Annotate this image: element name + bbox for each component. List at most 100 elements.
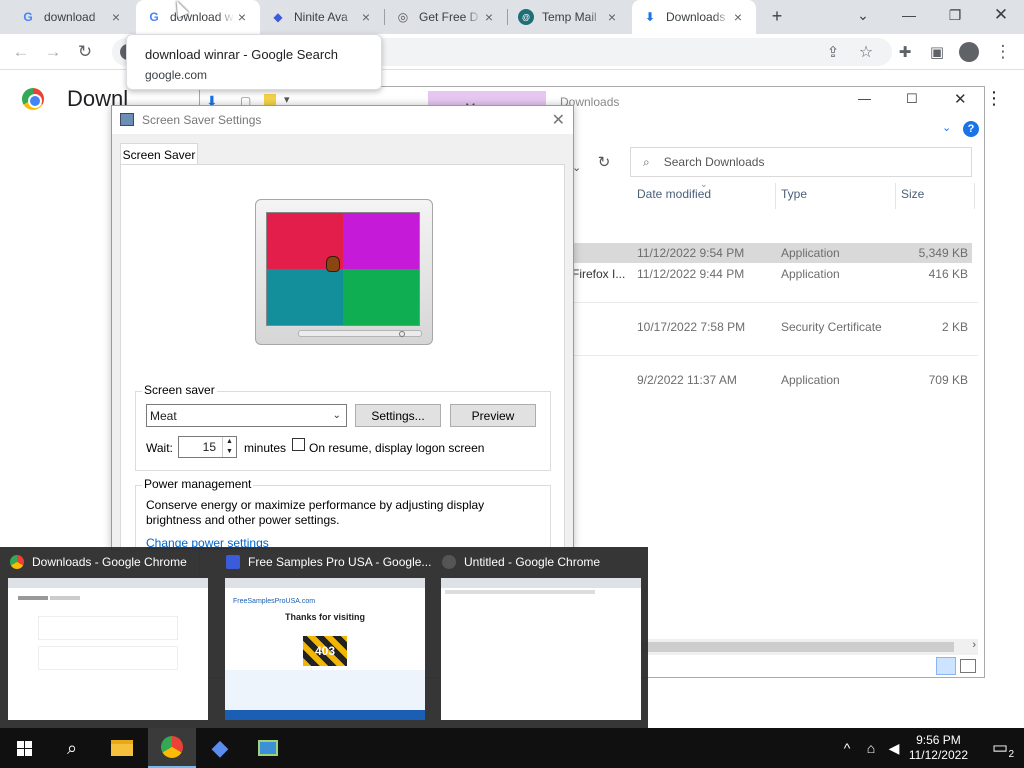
resume-logon-checkbox[interactable] xyxy=(292,438,305,451)
chrome-taskbar-icon[interactable] xyxy=(148,728,196,768)
tab-get-free[interactable]: ◎ Get Free D × xyxy=(385,0,507,34)
column-separator[interactable] xyxy=(895,183,896,209)
file-explorer-taskbar-icon[interactable] xyxy=(98,728,146,768)
tab-ninite[interactable]: ◆ Ninite Ava × xyxy=(260,0,384,34)
side-panel-icon[interactable]: ▣ xyxy=(922,34,952,70)
forward-icon[interactable]: → xyxy=(38,34,68,70)
bookmark-star-icon[interactable]: ☆ xyxy=(851,34,881,70)
close-window-icon[interactable]: ✕ xyxy=(978,0,1024,30)
thumbnail-title[interactable]: Free Samples Pro USA - Google... xyxy=(226,555,431,569)
reload-icon[interactable]: ↻ xyxy=(70,34,100,70)
thumb-card xyxy=(38,646,178,670)
tab-downloads[interactable]: ⬇ Downloads × xyxy=(632,0,756,34)
thumb-site-name: FreeSamplesProUSA.com xyxy=(233,598,316,605)
close-icon[interactable]: × xyxy=(108,9,124,25)
folder-icon xyxy=(111,740,133,756)
close-window-icon[interactable]: ✕ xyxy=(954,90,967,108)
table-row[interactable]: 11/12/2022 9:54 PM Application 5,349 KB xyxy=(574,243,972,263)
screen-saver-app-icon xyxy=(120,113,134,126)
maximize-icon[interactable]: ☐ xyxy=(906,91,918,107)
screen-saver-select[interactable]: Meat ⌄ xyxy=(146,404,347,427)
taskbar-thumbnail-popup: Downloads - Google Chrome Free Samples P… xyxy=(0,547,648,728)
column-date-modified[interactable]: Date modified xyxy=(637,187,711,209)
new-tab-button[interactable]: + xyxy=(766,5,788,27)
close-icon[interactable]: ✕ xyxy=(552,110,565,130)
help-icon[interactable]: ? xyxy=(963,121,979,137)
column-type[interactable]: Type xyxy=(781,187,807,209)
ribbon-expand-icon[interactable]: ⌄ xyxy=(942,121,951,134)
clock[interactable]: 9:56 PM 11/12/2022 xyxy=(909,733,968,763)
thumbnail-downloads[interactable] xyxy=(8,578,208,720)
extensions-icon[interactable]: ✚ xyxy=(890,34,920,70)
ninite-taskbar-icon[interactable]: ◆ xyxy=(196,728,244,768)
thumbnail-title[interactable]: Untitled - Google Chrome xyxy=(442,555,600,569)
screen-saver-group xyxy=(135,391,551,471)
column-separator[interactable] xyxy=(775,183,776,209)
tempmail-icon: @ xyxy=(518,9,534,25)
share-icon[interactable]: ⇪ xyxy=(818,34,848,70)
tab-temp-mail[interactable]: @ Temp Mail × xyxy=(508,0,630,34)
column-separator[interactable] xyxy=(974,183,975,209)
ninite-icon: ◆ xyxy=(273,10,283,24)
thumbnail-untitled[interactable] xyxy=(441,578,641,720)
volume-icon[interactable]: ◀ xyxy=(883,728,905,768)
minimize-icon[interactable]: — xyxy=(886,0,932,30)
scroll-right-icon[interactable]: › xyxy=(972,639,976,651)
close-icon[interactable]: × xyxy=(730,9,746,25)
screen-saver-tab-panel: Screen saver Meat ⌄ Settings... Preview … xyxy=(120,164,565,551)
google-g-icon: G xyxy=(23,10,33,24)
close-icon[interactable]: × xyxy=(358,9,374,25)
thumbnail-free-samples[interactable]: FreeSamplesProUSA.com Thanks for visitin… xyxy=(225,578,425,720)
network-icon[interactable]: ⌂ xyxy=(860,728,882,768)
chrome-icon xyxy=(161,736,183,758)
thumb-tabbar xyxy=(441,578,641,588)
dialog-titlebar: Screen Saver Settings ✕ xyxy=(112,106,573,134)
spin-down-icon[interactable]: ▼ xyxy=(222,447,236,457)
settings-button[interactable]: Settings... xyxy=(355,404,441,427)
dialog-title: Screen Saver Settings xyxy=(142,113,262,127)
profile-icon[interactable] xyxy=(954,34,984,70)
tab-google-search-2[interactable]: G download w × xyxy=(136,0,260,34)
large-icons-view-icon[interactable] xyxy=(960,659,976,673)
freesamples-icon xyxy=(226,555,240,569)
search-icon[interactable]: ⌕ xyxy=(48,728,96,768)
thumb-search xyxy=(50,596,80,600)
tab-screen-saver[interactable]: Screen Saver xyxy=(120,143,198,165)
thumb-403-barrier: 403 xyxy=(303,636,347,666)
wait-minutes-stepper[interactable]: 15 ▲ ▼ xyxy=(178,436,237,458)
chevron-down-icon: ⌄ xyxy=(332,410,341,421)
restore-icon[interactable]: ❐ xyxy=(932,0,978,30)
chrome-logo-icon xyxy=(22,88,44,110)
screen-preview xyxy=(266,212,420,326)
search-downloads-input[interactable]: ⌕ Search Downloads xyxy=(630,147,972,177)
menu-icon[interactable]: ⋮ xyxy=(988,34,1018,70)
spin-up-icon[interactable]: ▲ xyxy=(222,437,236,447)
thumbnail-title[interactable]: Downloads - Google Chrome xyxy=(10,555,187,569)
notification-center-button[interactable]: ▭ 2 xyxy=(976,728,1024,768)
table-row[interactable]: Firefox I... 11/12/2022 9:44 PM Applicat… xyxy=(572,264,972,284)
preview-button[interactable]: Preview xyxy=(450,404,536,427)
table-row[interactable]: 10/17/2022 7:58 PM Security Certificate … xyxy=(574,317,972,337)
table-row[interactable]: 9/2/2022 11:37 AM Application 709 KB xyxy=(574,370,972,390)
refresh-icon[interactable]: ↻ xyxy=(592,151,616,175)
details-view-icon[interactable] xyxy=(936,657,956,675)
group-label-screen-saver: Screen saver xyxy=(142,383,217,397)
hover-card-url: google.com xyxy=(145,68,208,82)
control-panel-taskbar-icon[interactable] xyxy=(244,728,292,768)
show-hidden-icons-icon[interactable]: ^ xyxy=(836,728,858,768)
column-size[interactable]: Size xyxy=(901,187,924,209)
start-button[interactable] xyxy=(0,728,48,768)
close-icon[interactable]: × xyxy=(604,9,620,25)
windows-logo-icon xyxy=(16,740,32,756)
resume-logon-label[interactable]: On resume, display logon screen xyxy=(309,441,484,455)
close-icon[interactable]: × xyxy=(234,9,250,25)
back-icon[interactable]: ← xyxy=(6,34,36,70)
thumb-heading: Thanks for visiting xyxy=(284,612,365,622)
minimize-icon[interactable]: — xyxy=(858,91,871,106)
chrome-icon xyxy=(442,555,456,569)
group-divider xyxy=(574,355,978,356)
tab-search-icon[interactable]: ⌄ xyxy=(840,0,886,30)
page-menu-icon[interactable]: ⋮ xyxy=(985,88,1003,109)
tab-google-search-1[interactable]: G download × xyxy=(10,0,134,34)
close-icon[interactable]: × xyxy=(481,9,497,25)
